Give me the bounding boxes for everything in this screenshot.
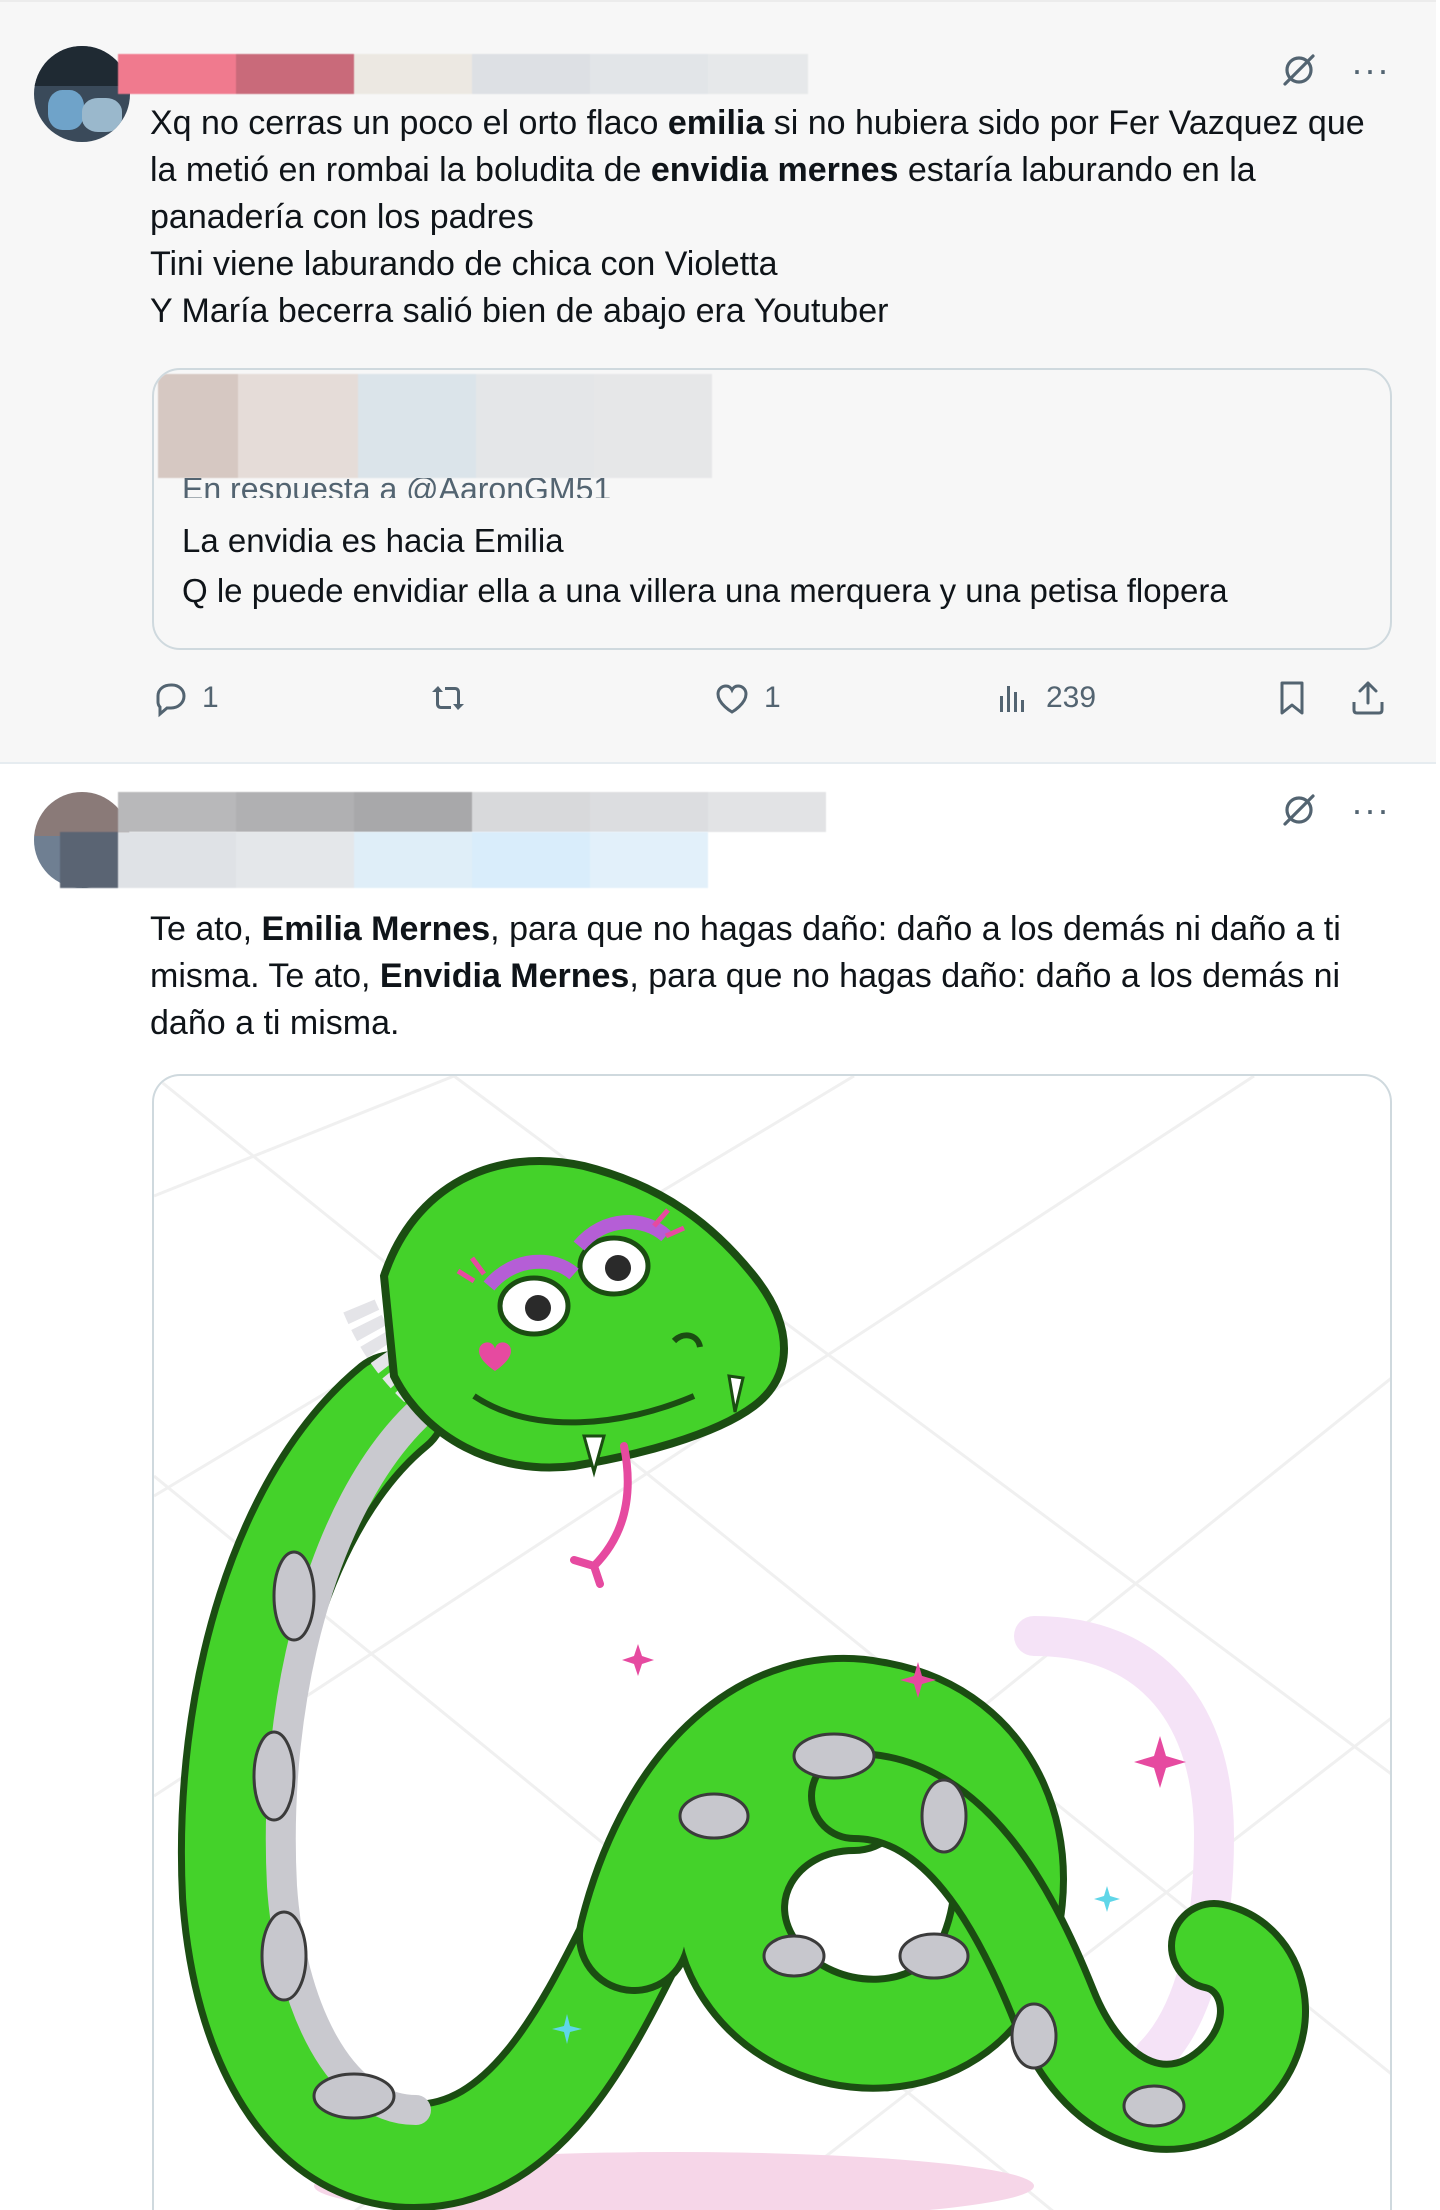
like-count: 1: [764, 681, 781, 714]
bold-mention: Envidia Mernes: [379, 957, 630, 995]
bold-mention: envidia mernes: [650, 151, 899, 189]
action-bar: 1 1 239: [150, 678, 1396, 734]
bookmark-button[interactable]: [1272, 678, 1312, 718]
grok-icon[interactable]: [1279, 50, 1319, 90]
more-options-icon[interactable]: ···: [1351, 792, 1390, 828]
repost-button[interactable]: [428, 678, 480, 718]
bookmark-icon: [1280, 681, 1304, 715]
repost-icon: [432, 686, 464, 710]
heart-icon: [716, 684, 748, 714]
post-1[interactable]: ··· Xq no cerras un poco el orto flaco e…: [0, 0, 1436, 762]
snake-illustration-icon: [154, 1076, 1390, 2210]
bold-mention: Emilia Mernes: [261, 910, 491, 948]
avatar[interactable]: [34, 46, 130, 142]
share-button[interactable]: [1348, 678, 1388, 718]
quoted-author-redacted: [158, 374, 712, 478]
grok-icon[interactable]: [1279, 790, 1319, 830]
post-text: Xq no cerras un poco el orto flaco emili…: [150, 100, 1400, 335]
reply-count: 1: [202, 681, 219, 714]
views-icon: [1000, 686, 1024, 712]
reply-button[interactable]: 1: [150, 678, 219, 718]
reply-icon: [156, 683, 186, 718]
media-image[interactable]: [152, 1074, 1392, 2210]
reply-context[interactable]: En respuesta a @AaronGM51: [182, 478, 611, 498]
text-segment: Te ato,: [150, 910, 262, 948]
author-name-redacted[interactable]: [118, 54, 808, 94]
views-count: 239: [1046, 681, 1097, 714]
post-text: Te ato, Emilia Mernes, para que no hagas…: [150, 906, 1400, 1047]
views-button[interactable]: 239: [994, 678, 1096, 718]
like-button[interactable]: 1: [712, 678, 781, 718]
text-segment: Xq no cerras un poco el orto flaco: [150, 104, 668, 142]
share-icon: [1352, 681, 1384, 715]
author-name-redacted[interactable]: [118, 792, 826, 832]
post-2[interactable]: ··· Te ato, Emilia Mernes, para que no h…: [0, 762, 1436, 2210]
bold-mention: emilia: [667, 104, 765, 142]
quoted-post[interactable]: En respuesta a @AaronGM51 La envidia es …: [152, 368, 1392, 650]
more-options-icon[interactable]: ···: [1351, 52, 1390, 88]
author-handle-redacted[interactable]: [60, 832, 708, 888]
quoted-text: La envidia es hacia Emilia Q le puede en…: [182, 522, 1228, 609]
